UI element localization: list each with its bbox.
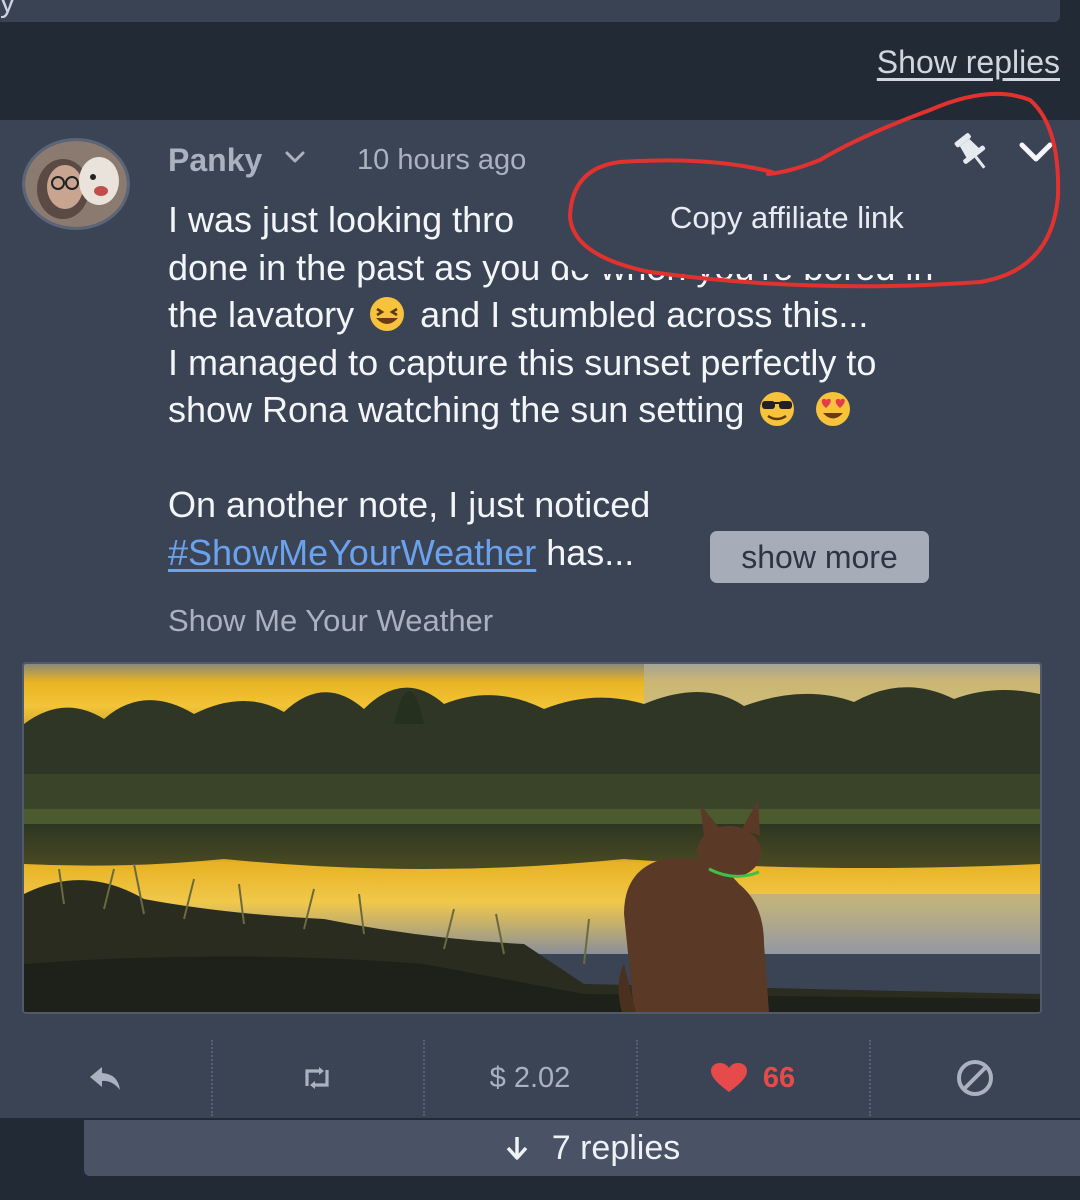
like-count: 66 [762, 1061, 796, 1094]
reply-button[interactable] [0, 1040, 210, 1116]
previous-post-card: y [0, 0, 1060, 22]
body-line: the lavatory and I stumbled across this.… [168, 294, 869, 335]
show-replies-link[interactable]: Show replies [877, 44, 1060, 81]
heart-eyes-emoji-icon [816, 392, 851, 426]
body-line: show Rona watching the sun setting [168, 386, 1048, 434]
replies-toggle-button[interactable]: 7 replies [84, 1120, 1080, 1176]
payout-value-button[interactable]: $ 2.02 [424, 1040, 636, 1116]
reply-icon [90, 1067, 120, 1090]
hashtag-link[interactable]: #ShowMeYourWeather [168, 532, 536, 573]
flag-button[interactable] [870, 1040, 1080, 1116]
like-button[interactable]: 66 [638, 1040, 868, 1116]
post-timestamp[interactable]: 10 hours ago [357, 144, 526, 177]
copy-affiliate-link-menu-item[interactable]: Copy affiliate link [670, 200, 904, 236]
author-name[interactable]: Panky [168, 142, 262, 179]
menu-chevron-down-icon[interactable] [1016, 134, 1056, 170]
heart-icon [710, 1063, 747, 1092]
sunglasses-emoji-icon [760, 392, 795, 426]
payout-amount: $ 2.02 [489, 1061, 571, 1094]
community-link[interactable]: Show Me Your Weather [168, 603, 493, 639]
author-avatar[interactable] [22, 138, 130, 230]
chevron-down-icon[interactable] [283, 145, 307, 169]
previous-post-text: y [0, 0, 15, 19]
replies-count-label: 7 replies [551, 1128, 681, 1167]
body-line: I managed to capture this sunset perfect… [168, 341, 877, 383]
arrow-down-icon [506, 1137, 528, 1160]
post-image[interactable] [22, 662, 1042, 1014]
laughing-emoji-icon [370, 297, 405, 331]
show-more-button[interactable]: show more [710, 531, 929, 583]
flag-icon [957, 1060, 993, 1096]
pin-icon[interactable] [952, 130, 992, 174]
body-line: On another note, I just noticed [168, 484, 651, 525]
resteem-icon [305, 1067, 329, 1089]
resteem-button[interactable] [212, 1040, 422, 1116]
